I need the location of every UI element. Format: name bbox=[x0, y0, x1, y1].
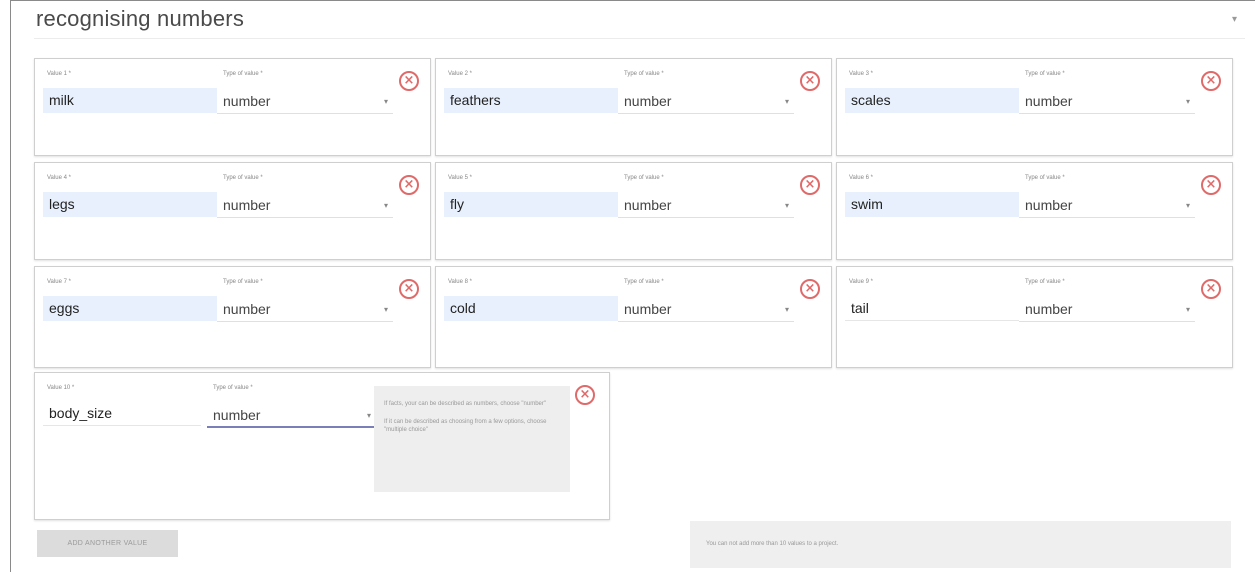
value-card-2: Value 2 * Type of value * feathers numbe… bbox=[435, 58, 832, 156]
type-select[interactable]: number bbox=[217, 193, 393, 218]
type-label: Type of value * bbox=[223, 71, 263, 77]
remove-value-button[interactable]: × bbox=[1201, 279, 1221, 299]
value-card-3: Value 3 * Type of value * scales number … bbox=[836, 58, 1233, 156]
type-label: Type of value * bbox=[1025, 279, 1065, 285]
type-label: Type of value * bbox=[624, 71, 664, 77]
type-select[interactable]: number bbox=[618, 193, 794, 218]
max-values-notice: You can not add more than 10 values to a… bbox=[690, 521, 1231, 568]
value-input[interactable]: tail bbox=[845, 296, 1019, 321]
remove-value-button[interactable]: × bbox=[1201, 175, 1221, 195]
remove-value-button[interactable]: × bbox=[800, 175, 820, 195]
value-input[interactable]: eggs bbox=[43, 296, 217, 321]
type-label: Type of value * bbox=[223, 279, 263, 285]
value-input[interactable]: fly bbox=[444, 192, 618, 217]
chevron-down-icon: ▾ bbox=[384, 201, 389, 210]
type-select[interactable]: number bbox=[217, 89, 393, 114]
value-label: Value 7 * bbox=[47, 279, 71, 285]
type-label: Type of value * bbox=[1025, 71, 1065, 77]
chevron-down-icon: ▾ bbox=[785, 305, 790, 314]
value-label: Value 9 * bbox=[849, 279, 873, 285]
tooltip-text-number: If facts, your can be described as numbe… bbox=[384, 401, 547, 407]
value-label: Value 3 * bbox=[849, 71, 873, 77]
value-input[interactable]: body_size bbox=[43, 401, 201, 426]
title-divider bbox=[34, 38, 1245, 39]
value-card-9: Value 9 * Type of value * tail number ▾ … bbox=[836, 266, 1233, 368]
type-label: Type of value * bbox=[1025, 175, 1065, 181]
type-select[interactable]: number bbox=[207, 403, 375, 428]
chevron-down-icon: ▾ bbox=[384, 305, 389, 314]
type-label: Type of value * bbox=[624, 279, 664, 285]
remove-value-button[interactable]: × bbox=[575, 385, 595, 405]
type-label: Type of value * bbox=[223, 175, 263, 181]
type-select[interactable]: number bbox=[618, 89, 794, 114]
type-label: Type of value * bbox=[624, 175, 664, 181]
type-select[interactable]: number bbox=[1019, 297, 1195, 322]
value-input[interactable]: feathers bbox=[444, 88, 618, 113]
value-input[interactable]: cold bbox=[444, 296, 618, 321]
chevron-down-icon: ▾ bbox=[1186, 305, 1191, 314]
value-input[interactable]: swim bbox=[845, 192, 1019, 217]
remove-value-button[interactable]: × bbox=[399, 71, 419, 91]
type-label: Type of value * bbox=[213, 385, 253, 391]
value-label: Value 2 * bbox=[448, 71, 472, 77]
chevron-down-icon: ▾ bbox=[1186, 97, 1191, 106]
value-input[interactable]: scales bbox=[845, 88, 1019, 113]
type-select[interactable]: number bbox=[1019, 89, 1195, 114]
section-title: recognising numbers bbox=[36, 6, 245, 31]
value-label: Value 5 * bbox=[448, 175, 472, 181]
collapse-icon[interactable]: ▾ bbox=[1232, 14, 1237, 25]
chevron-down-icon: ▾ bbox=[1186, 201, 1191, 210]
tooltip-text-choice: If it can be described as choosing from … bbox=[384, 419, 547, 433]
type-select[interactable]: number bbox=[618, 297, 794, 322]
value-input[interactable]: legs bbox=[43, 192, 217, 217]
value-card-8: Value 8 * Type of value * cold number ▾ … bbox=[435, 266, 832, 368]
value-card-7: Value 7 * Type of value * eggs number ▾ … bbox=[34, 266, 431, 368]
value-label: Value 10 * bbox=[47, 385, 75, 391]
chevron-down-icon: ▾ bbox=[367, 411, 372, 420]
type-select[interactable]: number bbox=[1019, 193, 1195, 218]
chevron-down-icon: ▾ bbox=[785, 97, 790, 106]
value-label: Value 1 * bbox=[47, 71, 71, 77]
value-card-4: Value 4 * Type of value * legs number ▾ … bbox=[34, 162, 431, 260]
chevron-down-icon: ▾ bbox=[384, 97, 389, 106]
remove-value-button[interactable]: × bbox=[399, 279, 419, 299]
remove-value-button[interactable]: × bbox=[800, 71, 820, 91]
chevron-down-icon: ▾ bbox=[785, 201, 790, 210]
value-label: Value 4 * bbox=[47, 175, 71, 181]
value-label: Value 8 * bbox=[448, 279, 472, 285]
add-another-value-button[interactable]: ADD ANOTHER VALUE bbox=[37, 530, 178, 557]
value-label: Value 6 * bbox=[849, 175, 873, 181]
type-select[interactable]: number bbox=[217, 297, 393, 322]
remove-value-button[interactable]: × bbox=[399, 175, 419, 195]
value-input[interactable]: milk bbox=[43, 88, 217, 113]
value-card-5: Value 5 * Type of value * fly number ▾ × bbox=[435, 162, 832, 260]
remove-value-button[interactable]: × bbox=[800, 279, 820, 299]
value-card-1: Value 1 * Type of value * milk number ▾ … bbox=[34, 58, 431, 156]
remove-value-button[interactable]: × bbox=[1201, 71, 1221, 91]
value-card-6: Value 6 * Type of value * swim number ▾ … bbox=[836, 162, 1233, 260]
type-help-tooltip: If facts, your can be described as numbe… bbox=[374, 386, 570, 492]
